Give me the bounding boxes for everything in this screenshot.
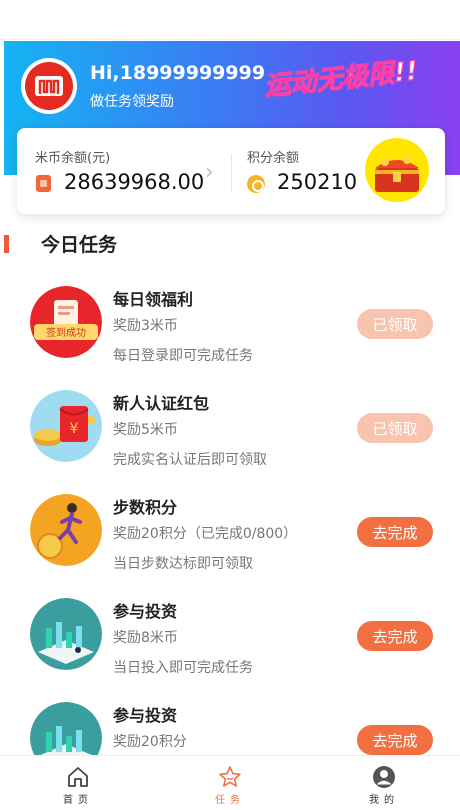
investment-chart-icon [30,598,102,670]
points-balance-label: 积分余额 [247,151,300,166]
star-icon [219,766,241,787]
tab-profile-label: 我的 [369,795,399,806]
tab-tasks-label: 任务 [215,795,245,806]
task-title: 参与投资 [113,706,178,725]
chevron-right-icon[interactable]: › [205,160,214,185]
task-reward: 奖励5米币 [113,422,178,438]
mi-balance-value: 28639968.00 [64,170,205,194]
bottom-tab-bar: 首页 任务 我的 [0,755,460,810]
points-coin-icon [247,175,265,193]
task-item: 步数积分 奖励20积分（已完成0/800） 当日步数达标即可领取 去完成 [0,494,460,598]
go-complete-button[interactable]: 去完成 [357,517,433,547]
mi-coin-icon [36,175,51,192]
task-item: 参与投资 奖励8米币 当日投入即可完成任务 去完成 [0,598,460,702]
section-accent-bar [4,235,9,253]
task-reward: 奖励20积分 [113,734,187,750]
greeting-text: Hi,18999999999 [90,62,266,84]
tab-profile[interactable]: 我的 [334,756,434,810]
banner-slogan-text: 运动无极限!! [263,56,419,100]
user-icon [373,766,395,788]
divider [231,154,232,192]
task-title: 步数积分 [113,498,178,517]
task-reward: 奖励3米币 [113,318,178,334]
svg-text:签到成功: 签到成功 [46,326,86,339]
task-center-page: Hi,18999999999 做任务领奖励 运动无极限!! 米币余额(元) 28… [0,0,460,810]
balance-card: 米币余额(元) 28639968.00 › 积分余额 250210 [17,128,445,214]
task-title: 新人认证红包 [113,394,210,413]
go-complete-button[interactable]: 去完成 [357,725,433,755]
header-subtitle: 做任务领奖励 [90,94,174,110]
claimed-button[interactable]: 已领取 [357,413,433,443]
tab-home-label: 首页 [63,795,93,806]
sign-in-badge-icon: 签到成功 [30,286,102,358]
section-title: 今日任务 [41,234,118,256]
task-title: 每日领福利 [113,290,194,309]
task-item: ¥ 新人认证红包 奖励5米币 完成实名认证后即可领取 已领取 [0,390,460,494]
banner-slogan: 运动无极限!! [263,56,420,100]
task-description: 完成实名认证后即可领取 [113,452,267,468]
treasure-chest-icon[interactable] [365,138,429,202]
tab-home[interactable]: 首页 [28,756,128,810]
task-description: 当日步数达标即可领取 [113,556,253,572]
app-logo-icon [25,62,73,110]
task-reward: 奖励8米币 [113,630,178,646]
task-title: 参与投资 [113,602,178,621]
avatar[interactable] [21,58,77,114]
mi-balance-label: 米币余额(元) [35,151,111,166]
task-reward: 奖励20积分（已完成0/800） [113,526,298,542]
claimed-button[interactable]: 已领取 [357,309,433,339]
status-bar [0,0,460,40]
task-description: 当日投入即可完成任务 [113,660,253,676]
svg-text:¥: ¥ [70,421,79,437]
points-balance-value: 250210 [277,170,358,194]
red-envelope-icon: ¥ [30,390,102,462]
task-description: 每日登录即可完成任务 [113,348,253,364]
go-complete-button[interactable]: 去完成 [357,621,433,651]
runner-icon [30,494,102,566]
tab-tasks[interactable]: 任务 [180,756,280,810]
home-icon [68,767,88,787]
task-item: 签到成功 每日领福利 奖励3米币 每日登录即可完成任务 已领取 [0,286,460,390]
